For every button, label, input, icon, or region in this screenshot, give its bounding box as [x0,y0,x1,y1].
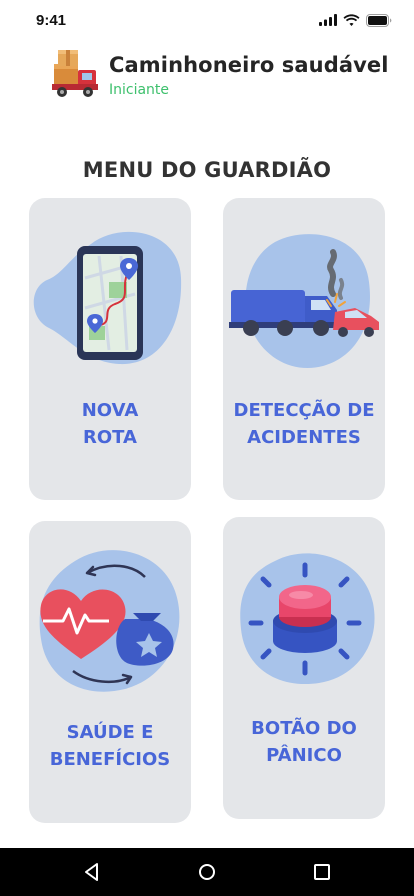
signal-icon [319,14,337,26]
new-route-label: NOVA ROTA [81,400,139,448]
new-route-card[interactable]: NOVA ROTA [29,198,191,500]
map-route-icon [33,231,182,365]
app-title: Caminhoneiro saudável [109,53,389,77]
app-header: Caminhoneiro saudável Iniciante [52,48,392,102]
heart-money-icon [39,550,180,692]
wifi-icon [343,14,360,26]
accident-detection-label: DETECÇÃO DE ACIDENTES [233,400,375,448]
status-time: 9:41 [36,12,67,29]
panic-button-label: BOTÃO DO PÂNICO [251,718,357,766]
health-benefits-label: SAÚDE E BENEFÍCIOS [49,722,171,770]
panic-button-icon [240,553,375,685]
system-nav-bar [0,848,414,896]
status-icons [319,12,392,28]
accident-detection-card[interactable]: DETECÇÃO DE ACIDENTES [223,198,385,500]
home-icon[interactable] [195,860,219,884]
back-icon[interactable] [80,860,104,884]
recents-icon[interactable] [310,860,334,884]
panic-button-card[interactable]: BOTÃO DO PÂNICO [223,517,385,819]
health-benefits-card[interactable]: SAÚDE E BENEFÍCIOS [29,521,191,823]
user-level-badge: Iniciante [109,82,170,98]
delivery-truck-logo [52,50,98,97]
status-bar: 9:41 [0,0,414,44]
battery-icon [366,13,392,27]
menu-title: MENU DO GUARDIÃO [82,158,332,182]
truck-crash-icon [229,234,379,369]
